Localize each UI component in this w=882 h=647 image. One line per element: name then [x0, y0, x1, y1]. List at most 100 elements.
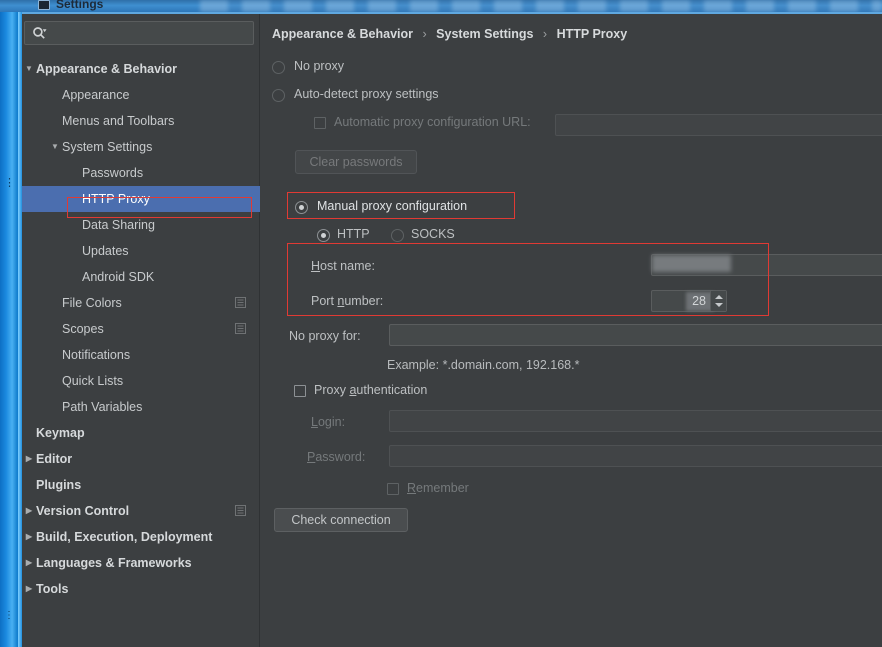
sidebar-item-label: Editor [36, 452, 73, 466]
sidebar-item-file-colors[interactable]: File Colors [22, 290, 260, 316]
sidebar-item-label: Tools [36, 582, 69, 596]
sidebar-item-build-execution-deployment[interactable]: ▶ Build, Execution, Deployment [22, 524, 260, 550]
sidebar-item-label: Appearance [62, 88, 130, 102]
sidebar-item-menus-and-toolbars[interactable]: Menus and Toolbars [22, 108, 260, 134]
sidebar-item-label: Scopes [62, 322, 104, 336]
breadcrumb: Appearance & Behavior › System Settings … [272, 27, 627, 41]
background-blur [200, 0, 882, 12]
sidebar-item-editor[interactable]: ▶ Editor [22, 446, 260, 472]
proxy-auth-label-pre: Proxy [314, 383, 350, 397]
settings-content-pane: Appearance & Behavior › System Settings … [261, 14, 882, 647]
checkbox-remember-label: Remember [407, 481, 469, 495]
port-number-value: 28 [692, 294, 706, 308]
sidebar-item-appearance-behavior[interactable]: ▼ Appearance & Behavior [22, 56, 260, 82]
sidebar-item-scopes[interactable]: Scopes [22, 316, 260, 342]
no-proxy-for-input[interactable] [389, 324, 882, 346]
sidebar-item-languages-frameworks[interactable]: ▶ Languages & Frameworks [22, 550, 260, 576]
automatic-proxy-url-input-field[interactable] [556, 115, 882, 135]
sidebar-item-http-proxy[interactable]: HTTP Proxy [22, 186, 260, 212]
os-titlebar: Settings [0, 0, 882, 12]
config-list-icon [235, 505, 246, 516]
sidebar-item-passwords[interactable]: Passwords [22, 160, 260, 186]
proxy-auth-label-rest: uthentication [356, 383, 428, 397]
sidebar-item-label: Languages & Frameworks [36, 556, 192, 570]
sidebar-item-version-control[interactable]: ▶ Version Control [22, 498, 260, 524]
chevron-right-icon[interactable]: ▶ [23, 524, 35, 550]
radio-manual-proxy-label: Manual proxy configuration [317, 199, 468, 213]
port-number-spinner[interactable]: 28 [651, 290, 727, 312]
radio-no-proxy-indicator [272, 61, 285, 74]
sidebar-item-label: Build, Execution, Deployment [36, 530, 213, 544]
port-number-label: Port number: [311, 294, 384, 308]
sidebar-item-notifications[interactable]: Notifications [22, 342, 260, 368]
breadcrumb-separator-1: › [422, 27, 427, 41]
breadcrumb-part-3: HTTP Proxy [556, 27, 628, 41]
sidebar-item-label: Version Control [36, 504, 130, 518]
window-title: Settings [56, 0, 104, 11]
sidebar-item-tools[interactable]: ▶ Tools [22, 576, 260, 602]
radio-manual-proxy-indicator [295, 201, 308, 214]
login-input[interactable] [389, 410, 882, 432]
login-input-field[interactable] [390, 411, 882, 431]
clear-passwords-button[interactable]: Clear passwords [295, 150, 417, 174]
sidebar-item-keymap[interactable]: Keymap [22, 420, 260, 446]
sidebar-item-label: Menus and Toolbars [62, 114, 175, 128]
no-proxy-for-input-field[interactable] [390, 325, 882, 345]
automatic-proxy-url-input[interactable] [555, 114, 882, 136]
radio-auto-detect-indicator [272, 89, 285, 102]
chevron-right-icon[interactable]: ▶ [23, 446, 35, 472]
port-number-stepper[interactable] [710, 291, 726, 311]
breadcrumb-part-1[interactable]: Appearance & Behavior [272, 27, 413, 41]
radio-socks-indicator [391, 229, 404, 242]
spinner-up-icon[interactable] [715, 295, 723, 299]
chevron-right-icon[interactable]: ▶ [23, 576, 35, 602]
chevron-down-icon[interactable]: ▼ [49, 134, 61, 160]
chevron-down-icon[interactable]: ▼ [23, 56, 35, 82]
checkbox-automatic-proxy-url-box [314, 117, 326, 129]
settings-dialog: ▼ Appearance & Behavior Appearance Menus an… [22, 14, 882, 647]
radio-http-label: HTTP [337, 227, 370, 241]
checkbox-proxy-authentication-box [294, 385, 306, 397]
chevron-right-icon[interactable]: ▶ [23, 498, 35, 524]
breadcrumb-part-2[interactable]: System Settings [436, 27, 533, 41]
checkbox-remember-box [387, 483, 399, 495]
no-proxy-for-label: No proxy for: [289, 329, 361, 343]
sidebar-item-data-sharing[interactable]: Data Sharing [22, 212, 260, 238]
password-label: Password: [307, 450, 366, 464]
sidebar-item-label: HTTP Proxy [82, 192, 150, 206]
password-label-rest: assword: [315, 450, 366, 464]
sidebar-item-updates[interactable]: Updates [22, 238, 260, 264]
config-list-icon [235, 323, 246, 334]
sidebar-item-label: Android SDK [82, 270, 155, 284]
search-input[interactable] [53, 22, 251, 44]
sidebar-item-label: Data Sharing [82, 218, 155, 232]
password-input-field[interactable] [390, 446, 882, 466]
radio-manual-proxy-dot [299, 205, 304, 210]
sidebar-item-path-variables[interactable]: Path Variables [22, 394, 260, 420]
sidebar-item-label: Plugins [36, 478, 82, 492]
login-label: Login: [311, 415, 346, 429]
sidebar-item-system-settings[interactable]: ▼ System Settings [22, 134, 260, 160]
border-glyph-lower: ⋮ [4, 610, 14, 621]
search-field[interactable] [24, 21, 254, 45]
host-name-label-rest: ost name: [320, 259, 375, 273]
sidebar-item-label: Updates [82, 244, 129, 258]
login-label-rest: ogin: [317, 415, 346, 429]
chevron-right-icon[interactable]: ▶ [23, 550, 35, 576]
spinner-down-icon[interactable] [715, 303, 723, 307]
settings-sidebar: ▼ Appearance & Behavior Appearance Menus an… [22, 14, 260, 647]
sidebar-item-android-sdk[interactable]: Android SDK [22, 264, 260, 290]
sidebar-item-label: Quick Lists [62, 374, 124, 388]
example-hint: Example: *.domain.com, 192.168.* [387, 358, 580, 372]
checkbox-proxy-authentication-label: Proxy authentication [314, 383, 428, 397]
port-number-label-rest: umber: [344, 294, 384, 308]
sidebar-item-appearance[interactable]: Appearance [22, 82, 260, 108]
sidebar-item-label: File Colors [62, 296, 122, 310]
breadcrumb-separator-2: › [542, 27, 548, 41]
search-icon [33, 27, 47, 39]
check-connection-button[interactable]: Check connection [274, 508, 408, 532]
sidebar-item-plugins[interactable]: Plugins [22, 472, 260, 498]
password-input[interactable] [389, 445, 882, 467]
sidebar-item-quick-lists[interactable]: Quick Lists [22, 368, 260, 394]
checkbox-automatic-proxy-url-label: Automatic proxy configuration URL: [334, 115, 531, 129]
